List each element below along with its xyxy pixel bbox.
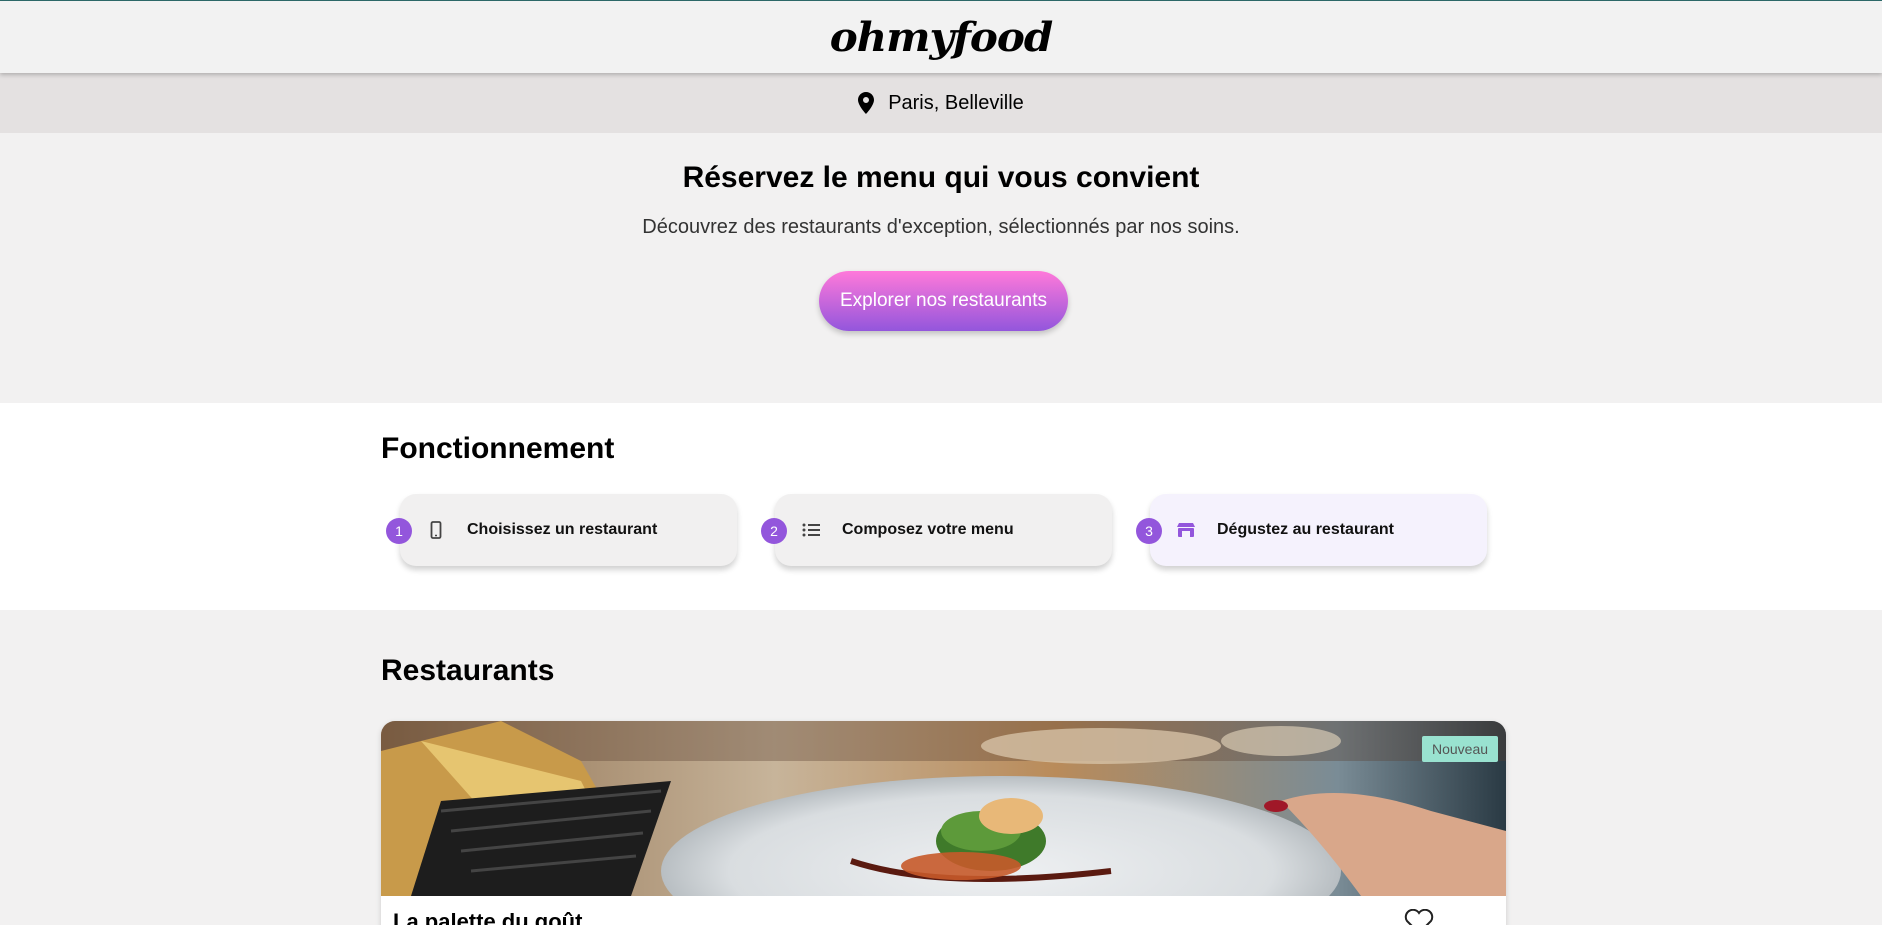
location-text: Paris, Belleville [888, 91, 1024, 114]
restaurants-section: Restaurants Nouveau La palette du goût [0, 610, 1882, 925]
restaurants-title: Restaurants [381, 654, 555, 687]
step-label: Composez votre menu [842, 521, 1014, 538]
restaurant-name[interactable]: La palette du goût [393, 909, 582, 925]
mobile-phone-icon [426, 520, 446, 540]
store-icon [1176, 520, 1196, 540]
logo[interactable]: ohmyfood [830, 14, 1054, 61]
hero-title: Réservez le menu qui vous convient [682, 161, 1200, 194]
step-label: Choisissez un restaurant [467, 521, 658, 538]
site-header: ohmyfood [0, 1, 1882, 73]
location-bar: Paris, Belleville [0, 73, 1882, 133]
heart-outline-icon[interactable] [1404, 909, 1434, 925]
how-it-works-title: Fonctionnement [381, 432, 615, 465]
step-enjoy-restaurant: 3 Dégustez au restaurant [1136, 494, 1487, 566]
step-number-badge: 3 [1136, 518, 1162, 544]
step-number-badge: 2 [761, 518, 787, 544]
step-compose-menu: 2 Composez votre menu [761, 494, 1112, 566]
map-pin-icon [858, 92, 875, 114]
step-number-badge: 1 [386, 518, 412, 544]
step-choose-restaurant: 1 Choisissez un restaurant [386, 494, 737, 566]
new-badge: Nouveau [1422, 736, 1498, 762]
how-it-works-section: Fonctionnement 1 Choisissez un restauran… [0, 403, 1882, 610]
restaurant-card[interactable]: Nouveau La palette du goût [381, 721, 1506, 925]
explore-restaurants-button[interactable]: Explorer nos restaurants [819, 271, 1068, 331]
step-label: Dégustez au restaurant [1217, 521, 1394, 538]
list-icon [801, 520, 821, 540]
restaurant-photo [381, 721, 1506, 896]
hero-section: Réservez le menu qui vous convient Décou… [0, 133, 1882, 403]
hero-subtitle: Découvrez des restaurants d'exception, s… [642, 216, 1240, 238]
